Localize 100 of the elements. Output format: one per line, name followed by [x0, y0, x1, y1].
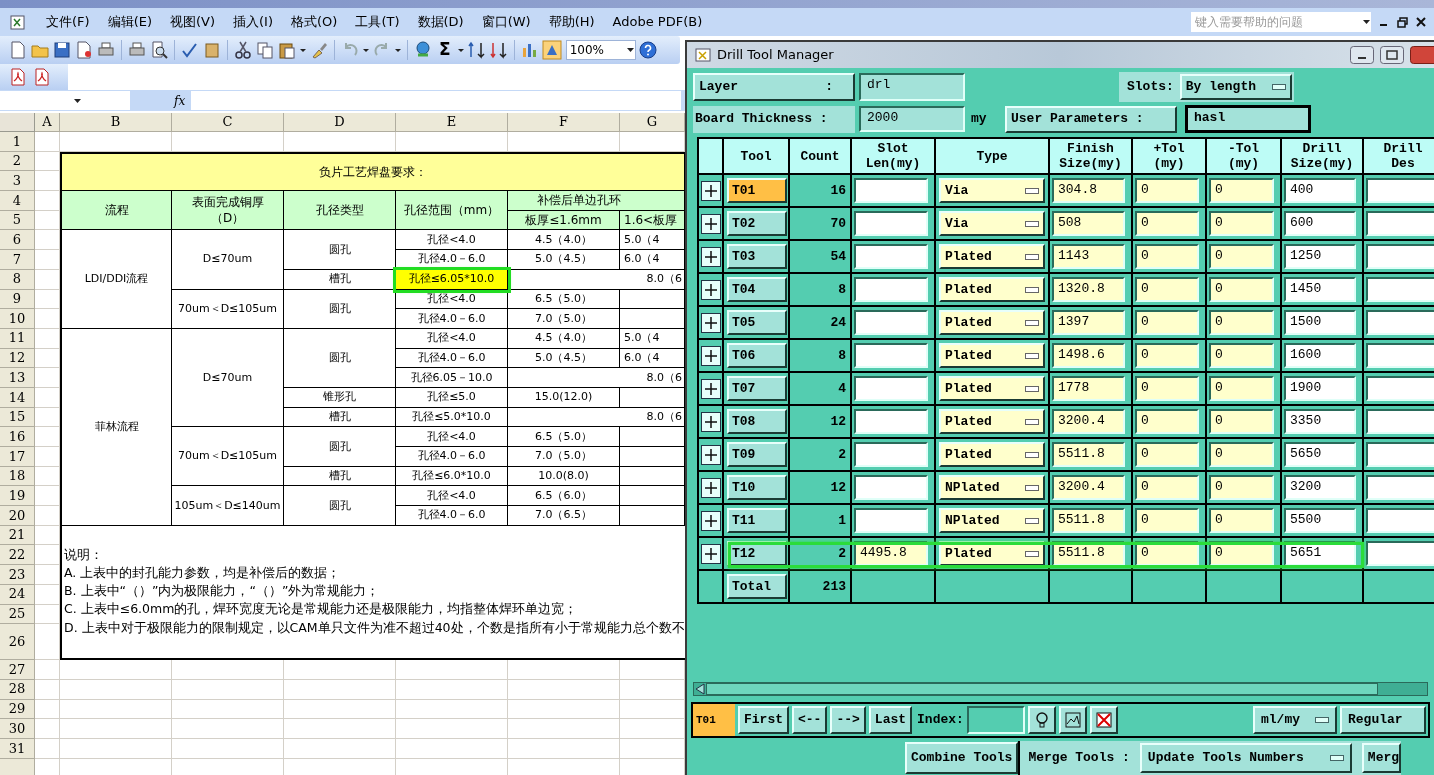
caret-icon[interactable]: [1362, 18, 1371, 26]
icon-button[interactable]: [1058, 706, 1087, 734]
slots-dropdown[interactable]: By length: [1179, 74, 1292, 100]
index-field[interactable]: [966, 706, 1025, 734]
column-header[interactable]: F: [508, 113, 620, 132]
row-header[interactable]: 3: [0, 171, 35, 192]
finish-size-field[interactable]: 304.8: [1052, 178, 1125, 203]
finish-size-field[interactable]: 3200.4: [1052, 475, 1125, 500]
drill-size-field[interactable]: 3350: [1284, 409, 1356, 434]
user-parameters-field[interactable]: hasl: [1185, 105, 1311, 133]
menu-item[interactable]: 编辑(E): [107, 12, 152, 32]
plus-tolerance-field[interactable]: 0: [1135, 244, 1199, 269]
thickness-field[interactable]: 2000: [859, 106, 965, 132]
slot-length-field[interactable]: [854, 376, 928, 401]
drill-size-field[interactable]: 600: [1284, 211, 1356, 236]
slot-length-field[interactable]: [854, 277, 928, 302]
row-header[interactable]: 29: [0, 699, 35, 720]
plus-tolerance-field[interactable]: 0: [1135, 508, 1199, 533]
navigation-button[interactable]: -->: [830, 706, 866, 734]
close-icon[interactable]: [1416, 17, 1426, 27]
slot-length-field[interactable]: [854, 244, 928, 269]
spreadsheet-cell[interactable]: [620, 309, 685, 329]
finish-size-field[interactable]: 1778: [1052, 376, 1125, 401]
type-dropdown[interactable]: Plated: [939, 343, 1045, 368]
restore-icon[interactable]: [1397, 16, 1408, 28]
drill-size-field[interactable]: 400: [1284, 178, 1356, 203]
minus-tolerance-field[interactable]: 0: [1209, 409, 1274, 434]
row-header[interactable]: 31: [0, 738, 35, 759]
sort-descending-icon[interactable]: [488, 40, 509, 60]
zoom-field[interactable]: 100%: [565, 40, 636, 60]
spreadsheet-icon[interactable]: [10, 13, 28, 31]
drawing-icon[interactable]: [541, 40, 562, 60]
slot-length-field[interactable]: [854, 211, 928, 236]
expand-icon[interactable]: [700, 246, 721, 267]
finish-size-field[interactable]: 1143: [1052, 244, 1125, 269]
navigation-button[interactable]: <--: [792, 706, 828, 734]
tool-button[interactable]: T11: [727, 508, 787, 533]
row-header[interactable]: 12: [0, 348, 35, 369]
tool-button[interactable]: T03: [727, 244, 787, 269]
row-header[interactable]: 19: [0, 486, 35, 507]
menu-item[interactable]: 帮助(H): [548, 12, 595, 32]
expand-icon[interactable]: [700, 510, 721, 531]
plus-tolerance-field[interactable]: 0: [1135, 178, 1199, 203]
globe-icon[interactable]: [413, 40, 433, 60]
minus-tolerance-field[interactable]: 0: [1209, 178, 1274, 203]
spreadsheet-cell[interactable]: [620, 466, 685, 487]
plus-tolerance-field[interactable]: 0: [1135, 409, 1199, 434]
expand-icon[interactable]: [700, 543, 721, 564]
icon-button[interactable]: [1089, 706, 1118, 734]
expand-icon[interactable]: [700, 411, 721, 432]
drill-size-field[interactable]: 1600: [1284, 343, 1356, 368]
finish-size-field[interactable]: 1320.8: [1052, 277, 1125, 302]
tool-button[interactable]: T01: [727, 178, 787, 203]
sum-button[interactable]: Σ: [439, 37, 451, 63]
spreadsheet-cell[interactable]: [620, 447, 685, 467]
units-dropdown[interactable]: ml/my: [1253, 706, 1337, 734]
row-header[interactable]: 23: [0, 565, 35, 585]
expand-icon[interactable]: [700, 477, 721, 498]
row-header[interactable]: 4: [0, 191, 35, 211]
finish-size-field[interactable]: 1397: [1052, 310, 1125, 335]
row-header[interactable]: 30: [0, 719, 35, 739]
row-header[interactable]: 26: [0, 624, 35, 661]
row-header[interactable]: 22: [0, 545, 35, 566]
row-header[interactable]: 14: [0, 387, 35, 408]
type-dropdown[interactable]: Plated: [939, 409, 1045, 434]
drill-size-field[interactable]: 1450: [1284, 277, 1356, 302]
drill-size-field[interactable]: 5650: [1284, 442, 1356, 467]
type-dropdown[interactable]: Plated: [939, 244, 1045, 269]
minus-tolerance-field[interactable]: 0: [1209, 376, 1274, 401]
minus-tolerance-field[interactable]: 0: [1209, 475, 1274, 500]
type-dropdown[interactable]: Plated: [939, 310, 1045, 335]
user-parameters-button[interactable]: User Parameters :: [1005, 105, 1177, 133]
row-header[interactable]: 25: [0, 604, 35, 625]
slot-length-field[interactable]: [854, 343, 928, 368]
row-header[interactable]: 9: [0, 289, 35, 310]
icon-button[interactable]: [1027, 706, 1056, 734]
row-header[interactable]: 21: [0, 525, 35, 546]
drill-size-field[interactable]: 3200: [1284, 475, 1356, 500]
select-all-corner[interactable]: [0, 113, 35, 132]
spreadsheet-cell[interactable]: [620, 506, 685, 526]
menu-item[interactable]: 视图(V): [170, 12, 216, 32]
menu-item[interactable]: 窗口(W): [481, 12, 531, 32]
navigation-button[interactable]: Last: [868, 706, 913, 734]
slot-length-field[interactable]: [854, 310, 928, 335]
horizontal-scrollbar[interactable]: [693, 682, 1428, 696]
row-header[interactable]: 16: [0, 427, 35, 447]
row-header[interactable]: 20: [0, 506, 35, 526]
document-icon[interactable]: [32, 67, 52, 87]
tool-button[interactable]: T10: [727, 475, 787, 500]
row-header[interactable]: 6: [0, 230, 35, 251]
minimize-icon[interactable]: [1350, 46, 1374, 64]
row-header[interactable]: 27: [0, 660, 35, 680]
type-dropdown[interactable]: Plated: [939, 376, 1045, 401]
tool-button[interactable]: T07: [727, 376, 787, 401]
finish-size-field[interactable]: 1498.6: [1052, 343, 1125, 368]
tool-button[interactable]: T05: [727, 310, 787, 335]
scrollbar-thumb[interactable]: [706, 683, 1378, 695]
expand-icon[interactable]: [700, 213, 721, 234]
document-icon[interactable]: [74, 40, 94, 60]
column-header[interactable]: G: [620, 113, 685, 132]
